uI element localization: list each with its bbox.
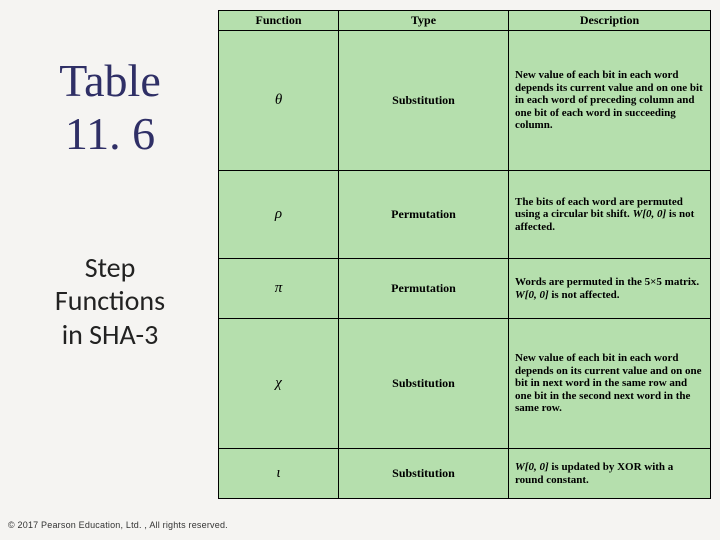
cell-description: Words are permuted in the 5×5 matrix. W[…: [509, 259, 711, 319]
desc-matrix: W[0, 0]: [633, 208, 667, 220]
desc-matrix: W[0, 0]: [515, 289, 549, 301]
cell-description: W[0, 0] is updated by XOR with a round c…: [509, 449, 711, 499]
header-description: Description: [509, 11, 711, 31]
cell-type: Substitution: [339, 31, 509, 171]
slide: Table 11. 6 Step Functions in SHA-3 Func…: [0, 0, 720, 540]
cell-description: The bits of each word are permuted using…: [509, 171, 711, 259]
cell-description: New value of each bit in each word depen…: [509, 31, 711, 171]
table-header-row: Function Type Description: [219, 11, 711, 31]
cell-type: Substitution: [339, 319, 509, 449]
cell-type: Permutation: [339, 259, 509, 319]
title-line-2: 11. 6: [0, 108, 220, 161]
cell-function: θ: [219, 31, 339, 171]
step-functions-table: Function Type Description θ Substitution…: [218, 10, 711, 499]
cell-description: New value of each bit in each word depen…: [509, 319, 711, 449]
table-container: Function Type Description θ Substitution…: [218, 10, 710, 499]
cell-function: π: [219, 259, 339, 319]
subtitle-line-1: Step: [0, 251, 220, 285]
table-row: π Permutation Words are permuted in the …: [219, 259, 711, 319]
copyright-footer: © 2017 Pearson Education, Ltd. , All rig…: [8, 520, 228, 530]
header-type: Type: [339, 11, 509, 31]
header-function: Function: [219, 11, 339, 31]
left-column: Table 11. 6 Step Functions in SHA-3: [0, 0, 220, 540]
cell-function: ι: [219, 449, 339, 499]
table-row: θ Substitution New value of each bit in …: [219, 31, 711, 171]
table-row: χ Substitution New value of each bit in …: [219, 319, 711, 449]
cell-type: Substitution: [339, 449, 509, 499]
slide-subtitle: Step Functions in SHA-3: [0, 251, 220, 352]
table-row: ι Substitution W[0, 0] is updated by XOR…: [219, 449, 711, 499]
cell-type: Permutation: [339, 171, 509, 259]
table-row: ρ Permutation The bits of each word are …: [219, 171, 711, 259]
subtitle-line-2: Functions: [0, 284, 220, 318]
cell-function: χ: [219, 319, 339, 449]
desc-matrix: W[0, 0]: [515, 461, 549, 473]
title-line-1: Table: [0, 55, 220, 108]
slide-title: Table 11. 6: [0, 55, 220, 161]
subtitle-line-3: in SHA-3: [0, 318, 220, 352]
desc-text: Words are permuted in the 5×5 matrix.: [515, 276, 699, 288]
cell-function: ρ: [219, 171, 339, 259]
desc-text: is not affected.: [549, 289, 620, 301]
